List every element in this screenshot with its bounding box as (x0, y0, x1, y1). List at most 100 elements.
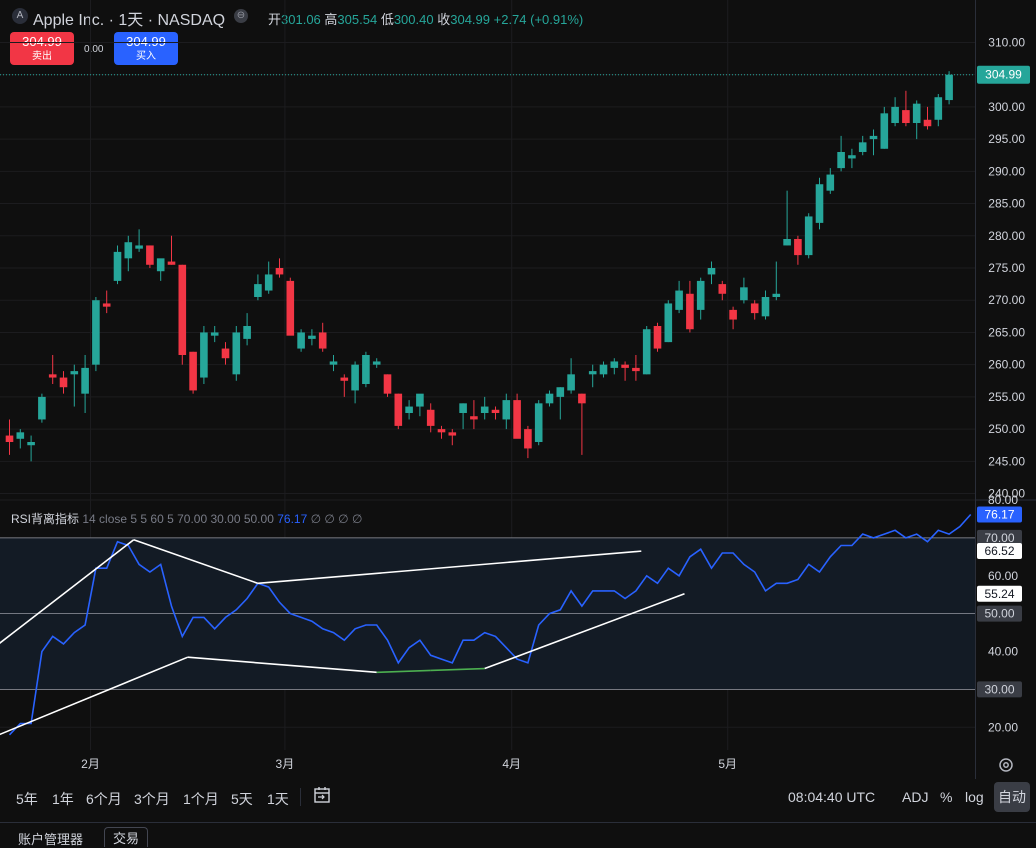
candle-body (556, 387, 565, 397)
auto-scale-button[interactable]: 自动 (994, 782, 1030, 812)
candle-body (545, 393, 554, 404)
candle-body (621, 364, 629, 368)
candle-body (318, 332, 327, 349)
candle-body (750, 303, 759, 314)
candle-body (610, 361, 619, 368)
candle-body (394, 393, 403, 426)
candle-body (286, 280, 295, 336)
price-tick-label: 290.00 (988, 164, 1025, 178)
candle-body (664, 303, 673, 343)
candle-body (696, 280, 705, 310)
rsi-value-label: 55.24 (984, 587, 1014, 601)
price-tick-label: 270.00 (988, 293, 1025, 307)
candle-body (178, 264, 187, 355)
rsi-tick-label: 40.00 (988, 645, 1018, 659)
indicator-params: 14 close 5 5 60 5 (82, 512, 174, 526)
last-price-label: 304.99 (985, 68, 1022, 82)
candle-body (167, 261, 176, 265)
candle-body (858, 142, 867, 152)
price-chart[interactable]: 2月 3月 4月 5月240.00245.00250.00255.00260.0026… (0, 0, 1036, 779)
candle-body (912, 103, 921, 123)
candle-body (945, 74, 953, 101)
bottom-tabs: 账户管理器 交易 (0, 822, 1036, 847)
candle-body (102, 303, 111, 307)
tab-trade[interactable]: 交易 (104, 827, 149, 847)
candle-body (578, 393, 586, 404)
candle-body (448, 432, 457, 436)
candle-body (275, 268, 284, 275)
candle-body (362, 355, 370, 384)
rsi-value-label: 70.00 (984, 531, 1014, 545)
indicator-extras: ∅ ∅ ∅ ∅ (310, 512, 363, 526)
price-tick-label: 265.00 (988, 325, 1025, 339)
candle-body (383, 374, 392, 394)
candle-body (815, 184, 824, 223)
candle-body (902, 110, 910, 123)
timeframe-1y[interactable]: 1年 (52, 789, 74, 809)
candle-body (502, 400, 511, 420)
candle-body (804, 216, 813, 256)
timeframe-5d[interactable]: 5天 (231, 789, 253, 809)
candle-body (81, 367, 89, 394)
bottom-toolbar: 5年 1年 6个月 3个月 1个月 5天 1天 08:04:40 UTC ADJ… (0, 779, 1036, 815)
x-tick-label: 5月 (718, 757, 737, 771)
timeframe-3m[interactable]: 3个月 (134, 789, 170, 809)
candle-body (707, 268, 716, 275)
candle-body (221, 348, 230, 359)
rsi-indicator-header[interactable]: RSI背离指标 14 close 5 5 60 5 70.00 30.00 50… (11, 510, 362, 527)
candle-body (437, 429, 446, 433)
utc-clock[interactable]: 08:04:40 UTC (788, 789, 875, 805)
settings-gear-icon[interactable] (997, 756, 1015, 774)
price-tick-label: 300.00 (988, 100, 1025, 114)
log-toggle[interactable]: log (965, 789, 984, 805)
candle-body (524, 429, 532, 449)
timeframe-1m[interactable]: 1个月 (183, 789, 219, 809)
candle-body (567, 374, 575, 391)
candle-body (351, 364, 359, 391)
candle-body (243, 326, 251, 339)
candle-body (470, 416, 478, 420)
rsi-tick-label: 80.00 (988, 493, 1018, 507)
rsi-tick-label: 20.00 (988, 720, 1018, 734)
rsi-value-label: 66.52 (984, 544, 1014, 558)
candle-body (718, 284, 727, 294)
candle-body (783, 239, 791, 246)
candle-body (891, 106, 899, 123)
x-tick-label: 2月 (81, 757, 100, 771)
candle-body (5, 435, 14, 442)
candle-body (934, 97, 943, 120)
timeframe-1d[interactable]: 1天 (267, 789, 289, 809)
candle-body (59, 377, 68, 388)
candle-body (923, 119, 932, 127)
rsi-tick-label: 60.00 (988, 569, 1018, 583)
candle-body (869, 135, 878, 140)
rsi-value-label: 30.00 (984, 682, 1014, 696)
rsi-value-label: 50.00 (984, 607, 1014, 621)
candle-body (459, 403, 467, 413)
candle-body (632, 367, 640, 372)
candle-body (254, 284, 262, 297)
price-tick-label: 280.00 (988, 229, 1025, 243)
candle-body (480, 406, 489, 413)
candle-body (135, 245, 143, 249)
timeframe-5y[interactable]: 5年 (16, 789, 38, 809)
percent-toggle[interactable]: % (940, 789, 952, 805)
timeframe-6m[interactable]: 6个月 (86, 789, 122, 809)
date-range-icon[interactable] (313, 786, 331, 804)
candle-body (340, 377, 349, 381)
tab-account-manager[interactable]: 账户管理器 (18, 829, 83, 848)
candle-body (405, 406, 413, 413)
candle-body (848, 155, 856, 159)
candle-body (232, 332, 241, 375)
candle-body (653, 326, 662, 349)
candle-body (70, 371, 79, 375)
adj-toggle[interactable]: ADJ (902, 789, 928, 805)
candle-body (426, 409, 435, 426)
candle-body (189, 351, 197, 391)
x-tick-label: 4月 (502, 757, 521, 771)
price-tick-label: 275.00 (988, 261, 1025, 275)
indicator-name: RSI背离指标 (11, 512, 80, 526)
candle-body (264, 274, 273, 291)
candle-body (372, 361, 381, 365)
candle-body (416, 393, 424, 407)
